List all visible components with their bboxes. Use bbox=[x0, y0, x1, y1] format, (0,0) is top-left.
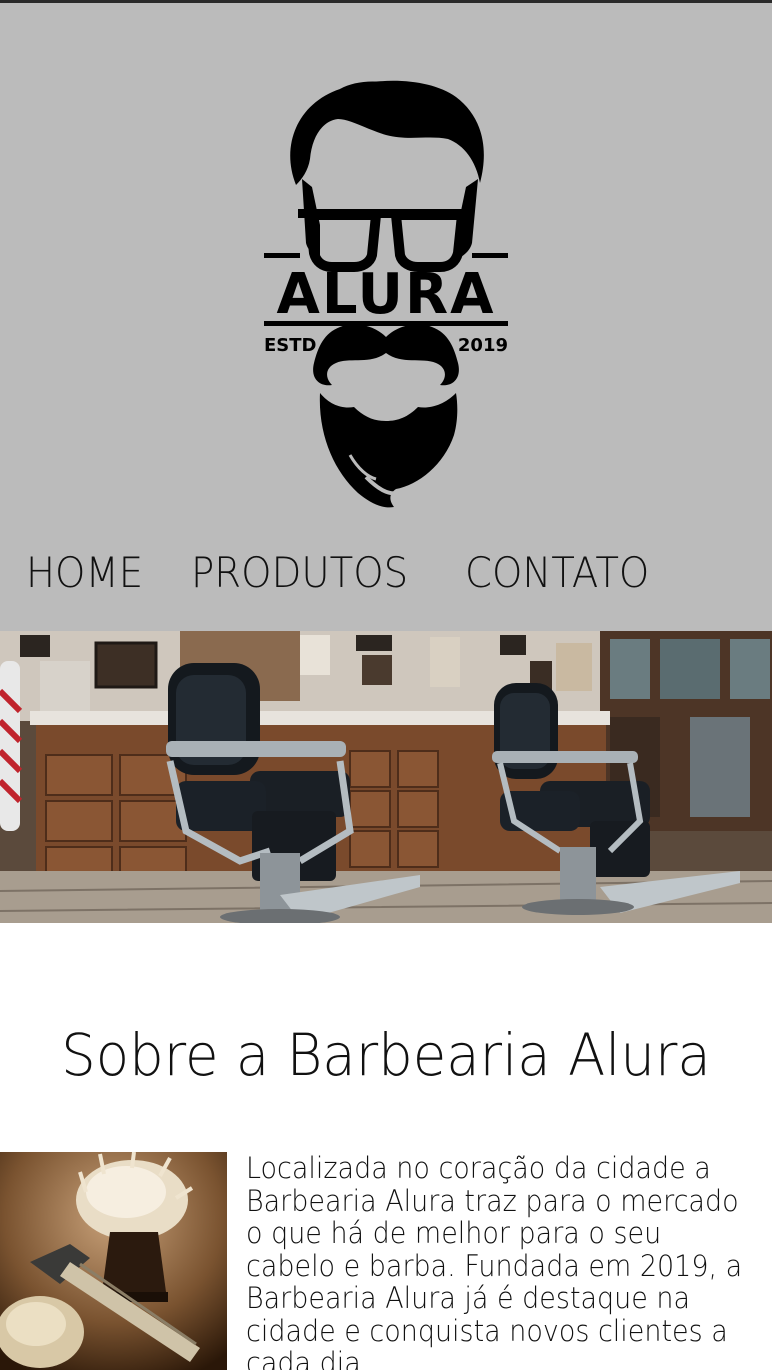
main-nav: HOME PRODUTOS CONTATO bbox=[26, 543, 666, 603]
site-header: ALURA ESTD 2019 HOME PRODUTOS CONTATO bbox=[0, 3, 772, 631]
nav-contato-link[interactable]: CONTATO bbox=[465, 543, 649, 603]
nav-home-link[interactable]: HOME bbox=[26, 543, 143, 603]
logo-year: 2019 bbox=[458, 335, 508, 356]
shaving-brush-image bbox=[0, 1152, 227, 1370]
logo-name: ALURA bbox=[277, 262, 496, 327]
barbershop-banner-image bbox=[0, 631, 772, 923]
barbershop-interior-illustration bbox=[0, 631, 772, 923]
alura-logo[interactable]: ALURA ESTD 2019 bbox=[258, 75, 514, 515]
shaving-kit-illustration bbox=[0, 1152, 227, 1370]
nav-produtos-link[interactable]: PRODUTOS bbox=[191, 543, 408, 603]
barber-logo-icon: ALURA ESTD 2019 bbox=[264, 80, 508, 508]
logo-estd: ESTD bbox=[264, 335, 316, 356]
about-description: Localizada no coração da cidade a Barbea… bbox=[246, 1151, 743, 1370]
page: ALURA ESTD 2019 HOME PRODUTOS CONTATO So… bbox=[0, 0, 772, 1370]
about-title: Sobre a Barbearia Alura bbox=[61, 1021, 711, 1089]
